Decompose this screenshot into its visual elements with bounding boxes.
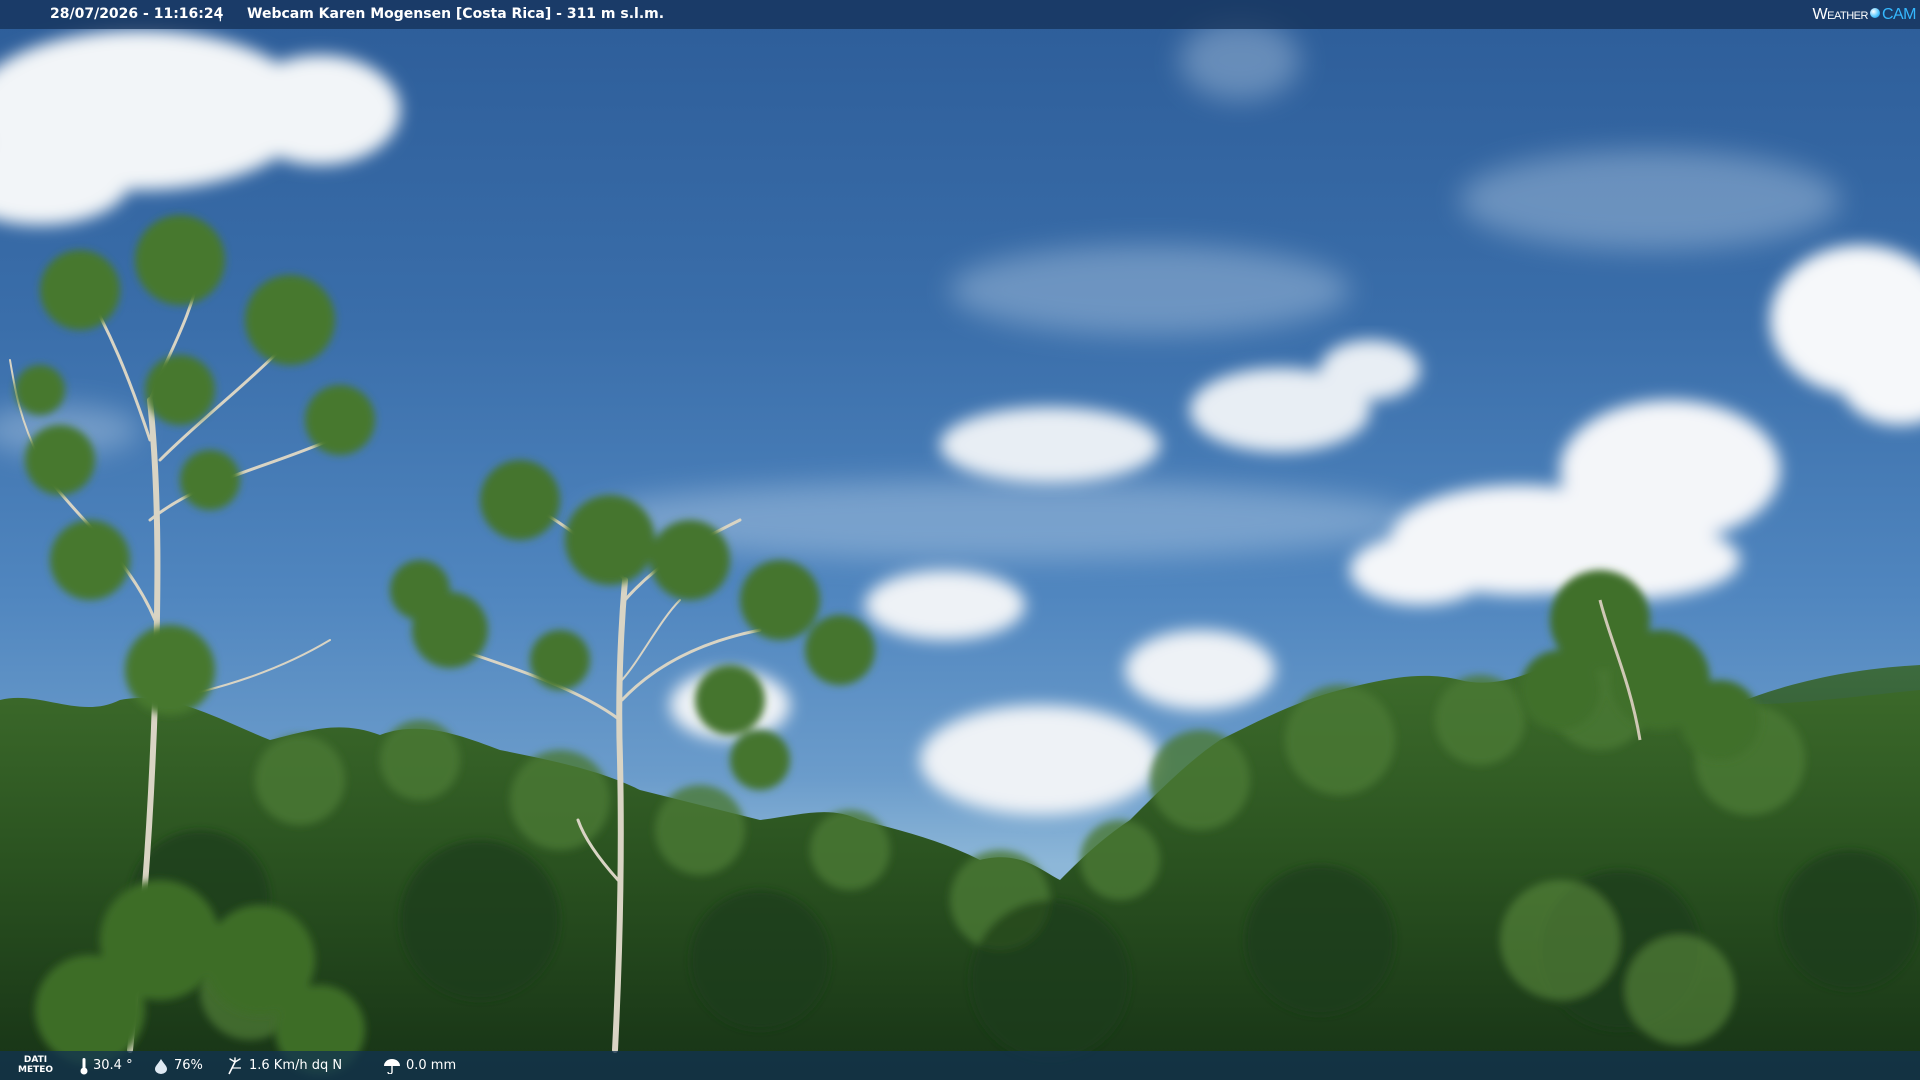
webcam-image bbox=[0, 0, 1920, 1080]
cloud-far-right bbox=[1770, 245, 1920, 425]
header-bar: 28/07/2026 - 11:16:24 | Webcam Karen Mog… bbox=[0, 0, 1920, 29]
logo-word: Weather bbox=[1812, 6, 1869, 23]
rain-value: 0.0 mm bbox=[406, 1058, 457, 1073]
wind-icon bbox=[228, 1056, 241, 1074]
umbrella-icon bbox=[384, 1058, 400, 1074]
logo-cam: CAM bbox=[1881, 6, 1917, 23]
cloud-top-left bbox=[0, 30, 400, 225]
cloud-right bbox=[1350, 400, 1780, 605]
landscape-scene bbox=[0, 20, 1920, 1080]
weathercam-logo[interactable]: Weather CAM bbox=[1812, 0, 1917, 29]
temperature-value: 30.4 ° bbox=[93, 1058, 133, 1073]
wind-value: 1.6 Km/h dq N bbox=[249, 1058, 343, 1073]
weather-data-label: DATI METEO bbox=[18, 1055, 54, 1075]
temperature-reading: 30.4 ° bbox=[80, 1051, 133, 1080]
cloud-mid-left bbox=[940, 340, 1420, 483]
thermometer-icon bbox=[80, 1057, 88, 1074]
tree-left-foliage bbox=[15, 215, 375, 715]
webcam-title: Webcam Karen Mogensen [Costa Rica] - 311… bbox=[247, 6, 665, 22]
datetime: 28/07/2026 - 11:16:24 bbox=[50, 6, 224, 22]
rain-reading: 0.0 mm bbox=[383, 1051, 456, 1080]
humidity-value: 76% bbox=[174, 1058, 203, 1073]
weather-bar: DATI METEO 30.4 ° 76% 1.6 Km/h dq N 0.0 … bbox=[0, 1051, 1920, 1080]
droplet-icon bbox=[155, 1058, 167, 1074]
humidity-reading: 76% bbox=[153, 1051, 203, 1080]
header-separator: | bbox=[218, 6, 223, 22]
wind-reading: 1.6 Km/h dq N bbox=[226, 1051, 342, 1080]
globe-icon bbox=[1869, 8, 1880, 18]
